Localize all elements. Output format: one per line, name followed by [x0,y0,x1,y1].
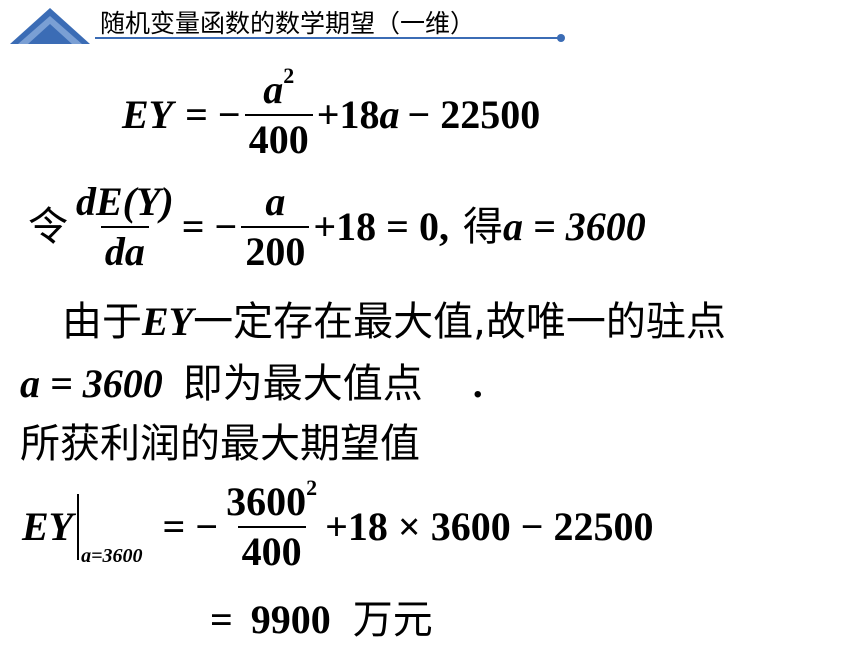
text2-val: a = 3600 [20,361,163,406]
eq1-num-var: a [263,67,284,112]
equation-ey: EY = − a2 400 +18 a − 22500 [122,65,541,160]
equation-result: = 9900 万元 [210,597,433,643]
eq2-de: 得 [462,204,503,250]
equation-derivative: 令 dE(Y) da = − a 200 +18 = 0, 得 a = 3600 [28,182,646,272]
eq1-fraction: a2 400 [244,65,313,160]
text2-dot: . [472,361,483,406]
text1-post: 一定存在最大值,故唯一的驻点 [193,299,726,345]
header-triangle-decoration [10,8,90,44]
eq1-tail-plus: +18 [316,92,380,137]
eq1-tail-var: a [379,92,400,137]
eq2-derivative-fraction: dE(Y) da [72,182,178,272]
eq1-num-exp: 2 [283,63,295,89]
text-line-3: 所获利润的最大期望值 [20,421,420,467]
eq1-lhs: EY [122,92,174,137]
eq2-dden: da [100,226,149,272]
eq1-tail-rest: − 22500 [407,92,541,137]
text1-pre: 由于 [62,299,142,345]
page-title: 随机变量函数的数学期望（一维） [100,9,476,38]
eq2-ling: 令 [28,204,68,250]
eq3-num-exp: 2 [306,475,318,501]
eq2-tail: +18 = 0, [313,204,449,249]
eq2-num: a [265,179,286,224]
eq2-eq-minus: = − [181,204,238,249]
eq1-eq-minus: = − [185,92,241,137]
text1-ey: EY [142,299,194,344]
eq3-lhs: EY [22,504,74,549]
text-line-1: 由于EY一定存在最大值,故唯一的驻点 [62,299,726,345]
header-underline [95,37,560,39]
eq3-eq-minus: = − [162,504,219,549]
equation-max-value: EY a=3600 = − 36002 400 +18 × 3600 − 225… [22,477,654,572]
eq2-result: a = 3600 [502,204,646,249]
text2-post: 即为最大值点 [182,361,423,407]
eq2-dnum: dE(Y) [76,179,174,224]
eq3-sub: a=3600 [81,545,143,567]
eq2-fraction: a 200 [241,179,310,272]
eq4-val: 9900 [250,597,331,642]
eq3-fraction: 36002 400 [222,477,321,572]
text-line-2: a = 3600 即为最大值点 . [20,361,483,407]
eq1-den: 400 [244,114,313,160]
header-dot [557,34,565,42]
eq4-unit: 万元 [352,597,433,643]
eq3-num: 3600 [226,479,307,524]
eq3-den: 400 [237,526,306,572]
eq4-eq: = [210,597,233,642]
eq3-tail: +18 × 3600 − 22500 [325,504,654,549]
eq3-evaluation-bar [77,494,80,560]
eq2-den: 200 [241,226,310,272]
